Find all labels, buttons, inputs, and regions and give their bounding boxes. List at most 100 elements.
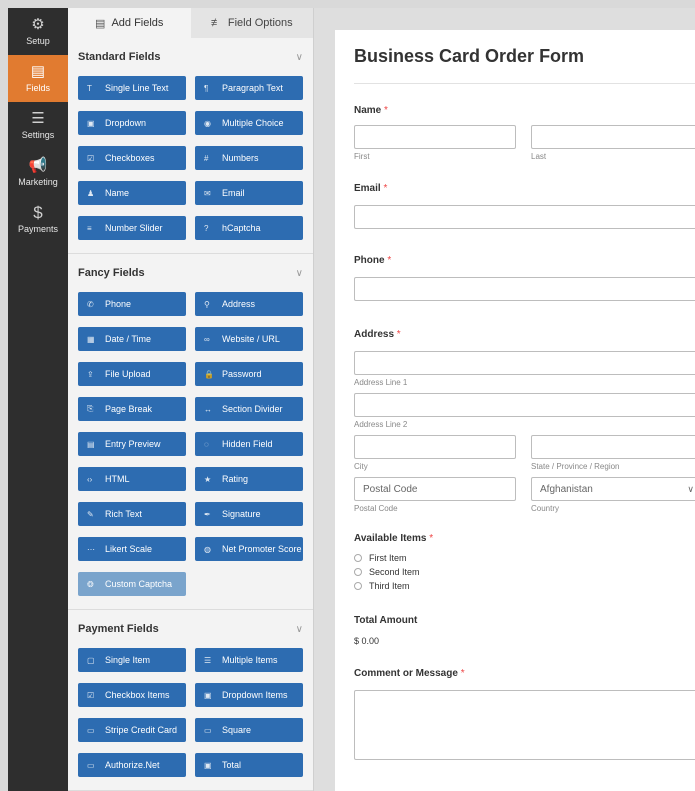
nav-settings[interactable]: ☰ Settings bbox=[8, 102, 68, 149]
number-slider-button[interactable]: ≡ Number Slider bbox=[78, 216, 186, 240]
available-items-field: Available Items * First Item Second Item… bbox=[354, 533, 695, 593]
name-button[interactable]: ♟ Name bbox=[78, 181, 186, 205]
multiple-choice-button[interactable]: ◉ Multiple Choice bbox=[195, 111, 303, 135]
divider bbox=[354, 83, 695, 84]
multiple-items-icon: ☰ bbox=[204, 655, 212, 665]
stripe-credit-card-icon: ▭ bbox=[87, 725, 95, 735]
section-header[interactable]: Payment Fields ∨ bbox=[78, 610, 303, 648]
section-title: Fancy Fields bbox=[78, 267, 145, 279]
name-field[interactable]: Name * First Last bbox=[354, 105, 695, 161]
field-button-label: Address bbox=[222, 299, 256, 309]
sublabel: Country bbox=[531, 504, 560, 513]
paragraph-text-button[interactable]: ¶ Paragraph Text bbox=[195, 76, 303, 100]
total-value: $ 0.00 bbox=[354, 636, 380, 646]
nav-marketing[interactable]: 📢 Marketing bbox=[8, 149, 68, 196]
rating-button[interactable]: ★ Rating bbox=[195, 467, 303, 491]
multiple-items-button[interactable]: ☰ Multiple Items bbox=[195, 648, 303, 672]
phone-input[interactable] bbox=[354, 277, 695, 301]
website-url-button[interactable]: ∞ Website / URL bbox=[195, 327, 303, 351]
first-name-input[interactable] bbox=[354, 125, 516, 149]
address-line2-input[interactable] bbox=[354, 393, 695, 417]
single-line-text-button[interactable]: T Single Line Text bbox=[78, 76, 186, 100]
website-url-icon: ∞ bbox=[204, 334, 210, 344]
comment-textarea[interactable] bbox=[354, 690, 695, 760]
address-line1-input[interactable] bbox=[354, 351, 695, 375]
section-header[interactable]: Fancy Fields ∨ bbox=[78, 254, 303, 292]
sublabel: First bbox=[354, 152, 370, 161]
state-input[interactable] bbox=[531, 435, 695, 459]
field-button-label: Total bbox=[222, 760, 242, 770]
single-item-button[interactable]: ▢ Single Item bbox=[78, 648, 186, 672]
number-slider-icon: ≡ bbox=[87, 223, 92, 233]
field-button-label: Website / URL bbox=[222, 334, 280, 344]
field-label: Email * bbox=[354, 183, 388, 194]
nav-payments[interactable]: $ Payments bbox=[8, 196, 68, 243]
field-button-label: Rich Text bbox=[105, 509, 142, 519]
password-icon: 🔒 bbox=[204, 369, 214, 379]
tab-label: Field Options bbox=[227, 17, 293, 29]
radio-option[interactable]: First Item bbox=[354, 551, 695, 565]
field-label: Address * bbox=[354, 329, 401, 340]
phone-button[interactable]: ✆ Phone bbox=[78, 292, 186, 316]
rating-icon: ★ bbox=[204, 474, 212, 484]
phone-field[interactable]: Phone * bbox=[354, 255, 695, 301]
hidden-field-icon: ◌ bbox=[204, 439, 209, 449]
sublabel: Address Line 2 bbox=[354, 420, 408, 429]
radio-option[interactable]: Third Item bbox=[354, 579, 695, 593]
dropdown-button[interactable]: ▣ Dropdown bbox=[78, 111, 186, 135]
field-button-label: Single Item bbox=[105, 655, 151, 665]
last-name-input[interactable] bbox=[531, 125, 695, 149]
megaphone-icon: 📢 bbox=[28, 157, 48, 174]
dropdown-items-button[interactable]: ▣ Dropdown Items bbox=[195, 683, 303, 707]
radio-option[interactable]: Second Item bbox=[354, 565, 695, 579]
field-button-label: Dropdown Items bbox=[222, 690, 288, 700]
payment-fields-section: Payment Fields ∨ ▢ Single Item ☰ Multiple I… bbox=[68, 610, 313, 791]
square-button[interactable]: ▭ Square bbox=[195, 718, 303, 742]
signature-button[interactable]: ✒ Signature bbox=[195, 502, 303, 526]
single-line-text-icon: T bbox=[87, 83, 92, 93]
custom-captcha-button[interactable]: ❂ Custom Captcha bbox=[78, 572, 186, 596]
checkboxes-button[interactable]: ☑ Checkboxes bbox=[78, 146, 186, 170]
nav-fields[interactable]: ▤ Fields bbox=[8, 55, 68, 102]
date-time-icon: ▦ bbox=[87, 334, 95, 344]
email-button[interactable]: ✉ Email bbox=[195, 181, 303, 205]
postal-code-input[interactable]: Postal Code bbox=[354, 477, 516, 501]
net-promoter-score-icon: ◍ bbox=[204, 544, 211, 554]
city-input[interactable] bbox=[354, 435, 516, 459]
numbers-button[interactable]: # Numbers bbox=[195, 146, 303, 170]
field-button-label: Page Break bbox=[105, 404, 153, 414]
stripe-credit-card-button[interactable]: ▭ Stripe Credit Card bbox=[78, 718, 186, 742]
section-divider-button[interactable]: ↔ Section Divider bbox=[195, 397, 303, 421]
email-field[interactable]: Email * bbox=[354, 183, 695, 229]
comment-field[interactable]: Comment or Message * bbox=[354, 668, 695, 760]
net-promoter-score-button[interactable]: ◍ Net Promoter Score bbox=[195, 537, 303, 561]
likert-scale-button[interactable]: ⋯ Likert Scale bbox=[78, 537, 186, 561]
checkbox-items-button[interactable]: ☑ Checkbox Items bbox=[78, 683, 186, 707]
entry-preview-button[interactable]: ▤ Entry Preview bbox=[78, 432, 186, 456]
page-break-button[interactable]: ⎘ Page Break bbox=[78, 397, 186, 421]
authorize-net-button[interactable]: ▭ Authorize.Net bbox=[78, 753, 186, 777]
field-button-label: Password bbox=[222, 369, 262, 379]
hcaptcha-button[interactable]: ? hCaptcha bbox=[195, 216, 303, 240]
tab-field-options[interactable]: ≢ Field Options bbox=[190, 8, 313, 38]
email-input[interactable] bbox=[354, 205, 695, 229]
file-upload-button[interactable]: ⇪ File Upload bbox=[78, 362, 186, 386]
checkboxes-icon: ☑ bbox=[87, 153, 95, 163]
field-button-grid: ✆ Phone ⚲ Address ▦ Date / Time ∞ Website / URL… bbox=[78, 292, 303, 609]
country-select[interactable]: Afghanistan ∨ bbox=[531, 477, 695, 501]
tab-add-fields[interactable]: ▤ Add Fields bbox=[68, 8, 191, 38]
password-button[interactable]: 🔒 Password bbox=[195, 362, 303, 386]
total-button[interactable]: ▣ Total bbox=[195, 753, 303, 777]
nav-setup[interactable]: ⚙ Setup bbox=[8, 8, 68, 55]
section-header[interactable]: Standard Fields ∨ bbox=[78, 38, 303, 76]
address-button[interactable]: ⚲ Address bbox=[195, 292, 303, 316]
address-field[interactable]: Address * Address Line 1 Address Line 2 … bbox=[354, 329, 695, 513]
hidden-field-button[interactable]: ◌ Hidden Field bbox=[195, 432, 303, 456]
entry-preview-icon: ▤ bbox=[87, 439, 95, 449]
phone-icon: ✆ bbox=[87, 299, 94, 309]
date-time-button[interactable]: ▦ Date / Time bbox=[78, 327, 186, 351]
field-button-label: Authorize.Net bbox=[105, 760, 160, 770]
html-button[interactable]: ‹› HTML bbox=[78, 467, 186, 491]
form-card: Business Card Order Form Name * First La… bbox=[335, 30, 695, 791]
rich-text-button[interactable]: ✎ Rich Text bbox=[78, 502, 186, 526]
